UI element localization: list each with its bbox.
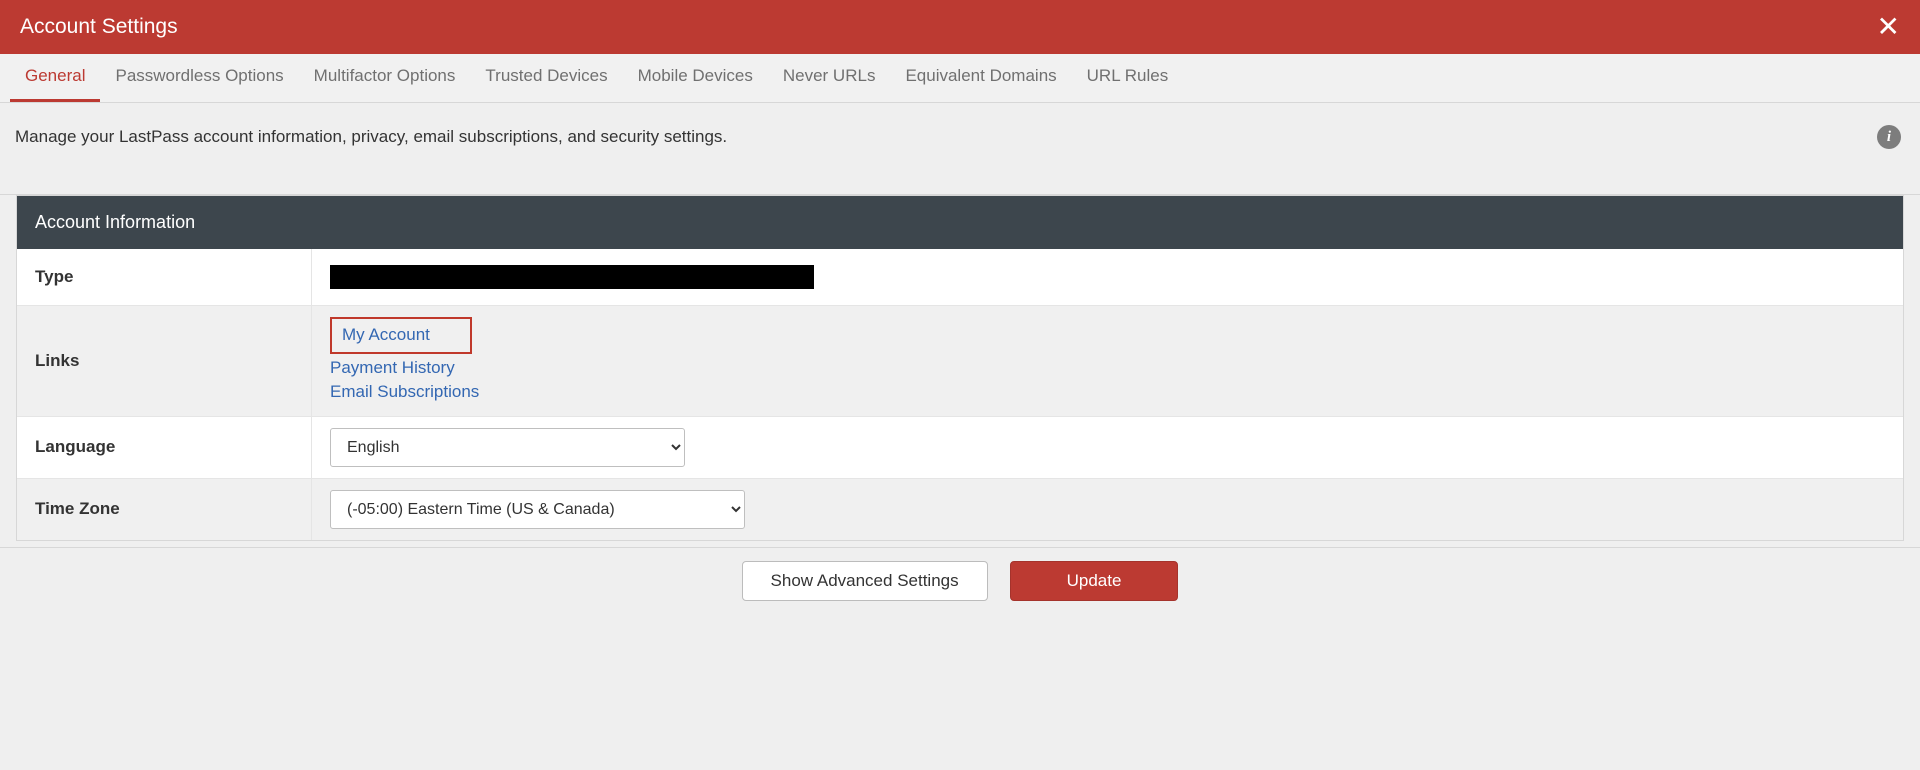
timezone-select[interactable]: (-05:00) Eastern Time (US & Canada): [330, 490, 745, 529]
row-label-timezone: Time Zone: [17, 479, 312, 540]
page-title: Account Settings: [20, 15, 178, 39]
row-timezone: Time Zone (-05:00) Eastern Time (US & Ca…: [17, 479, 1903, 540]
update-button[interactable]: Update: [1010, 561, 1179, 601]
row-value-type: [312, 249, 1903, 305]
title-bar: Account Settings ✕: [0, 0, 1920, 54]
tab-passwordless-options[interactable]: Passwordless Options: [100, 52, 298, 102]
row-label-type: Type: [17, 249, 312, 305]
tab-never-urls[interactable]: Never URLs: [768, 52, 891, 102]
link-payment-history[interactable]: Payment History: [330, 356, 1885, 381]
row-links: Links My Account Payment History Email S…: [17, 306, 1903, 417]
tab-description: Manage your LastPass account information…: [15, 127, 727, 147]
panel-header: Account Information: [17, 196, 1903, 249]
content-scroll-area[interactable]: Account Information Type Links My Accoun…: [0, 195, 1920, 547]
link-email-subscriptions[interactable]: Email Subscriptions: [330, 380, 1885, 405]
tab-mobile-devices[interactable]: Mobile Devices: [623, 52, 768, 102]
tab-multifactor-options[interactable]: Multifactor Options: [299, 52, 471, 102]
type-value-redacted: [330, 265, 814, 289]
row-label-language: Language: [17, 417, 312, 478]
row-value-links: My Account Payment History Email Subscri…: [312, 306, 1903, 416]
close-icon[interactable]: ✕: [1877, 13, 1900, 41]
row-value-language: English: [312, 417, 1903, 478]
show-advanced-settings-button[interactable]: Show Advanced Settings: [742, 561, 988, 601]
description-row: Manage your LastPass account information…: [0, 103, 1920, 195]
row-language: Language English: [17, 417, 1903, 479]
language-select[interactable]: English: [330, 428, 685, 467]
tab-trusted-devices[interactable]: Trusted Devices: [470, 52, 622, 102]
tab-bar: General Passwordless Options Multifactor…: [0, 54, 1920, 103]
tab-equivalent-domains[interactable]: Equivalent Domains: [890, 52, 1071, 102]
tab-general[interactable]: General: [10, 52, 100, 102]
info-icon[interactable]: i: [1877, 125, 1901, 149]
account-information-panel: Account Information Type Links My Accoun…: [16, 195, 1904, 541]
row-value-timezone: (-05:00) Eastern Time (US & Canada): [312, 479, 1903, 540]
link-my-account[interactable]: My Account: [330, 317, 472, 354]
tab-url-rules[interactable]: URL Rules: [1072, 52, 1184, 102]
row-type: Type: [17, 249, 1903, 306]
footer-bar: Show Advanced Settings Update: [0, 547, 1920, 613]
row-label-links: Links: [17, 306, 312, 416]
